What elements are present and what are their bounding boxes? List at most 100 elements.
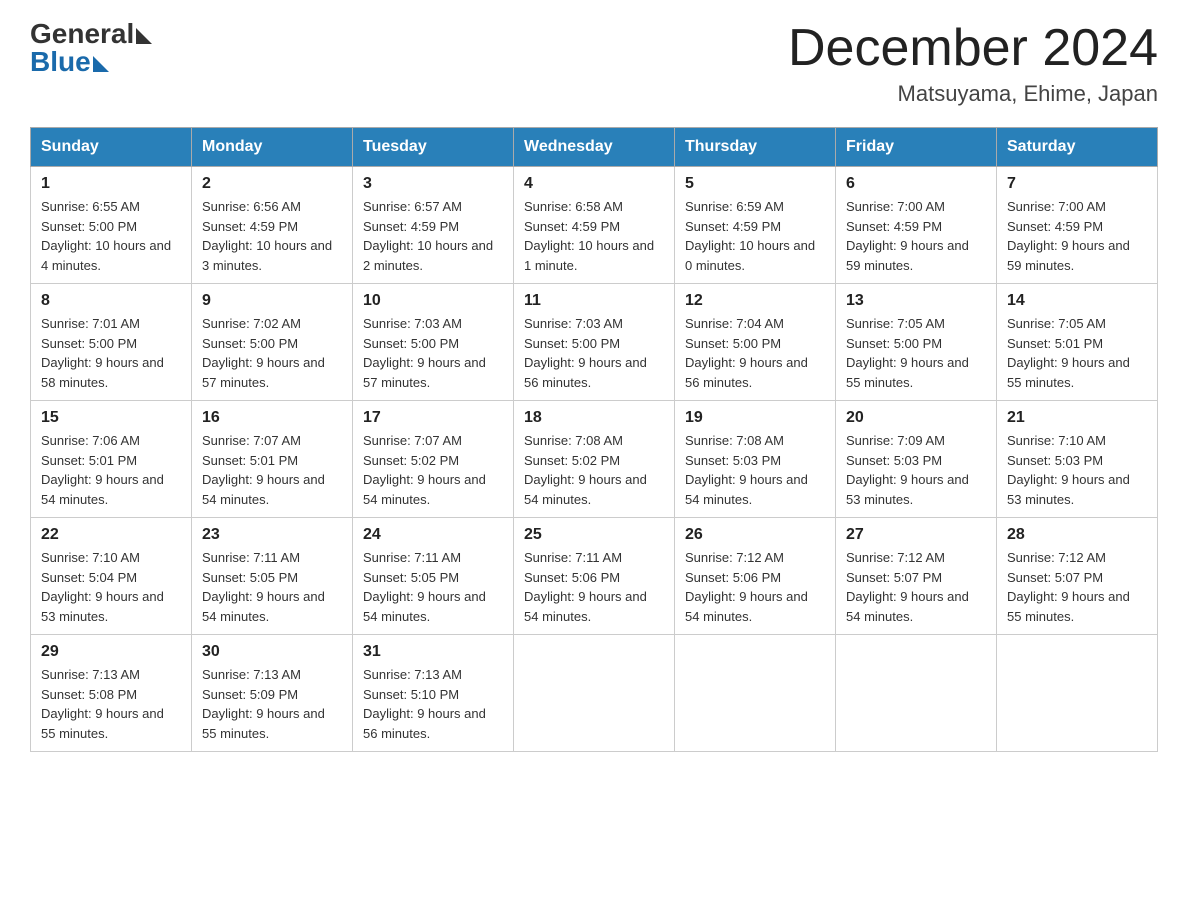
calendar-week-row-5: 29Sunrise: 7:13 AMSunset: 5:08 PMDayligh…	[31, 635, 1158, 752]
day-number: 11	[524, 292, 664, 310]
calendar-cell: 18Sunrise: 7:08 AMSunset: 5:02 PMDayligh…	[514, 401, 675, 518]
calendar-cell: 5Sunrise: 6:59 AMSunset: 4:59 PMDaylight…	[675, 167, 836, 284]
day-number: 22	[41, 526, 181, 544]
day-number: 6	[846, 175, 986, 193]
day-number: 12	[685, 292, 825, 310]
calendar-header-tuesday: Tuesday	[353, 128, 514, 167]
calendar-week-row-4: 22 Sunrise: 7:10 AMSunset: 5:04 PMDayligh…	[31, 518, 1158, 635]
day-number: 21	[1007, 409, 1147, 427]
calendar-cell: 31 Sunrise: 7:13 AMSunset: 5:10 PMDayligh…	[353, 635, 514, 752]
calendar-cell: 25 Sunrise: 7:11 AMSunset: 5:06 PMDayligh…	[514, 518, 675, 635]
logo-triangle-blue	[93, 56, 109, 72]
calendar-table: SundayMondayTuesdayWednesdayThursdayFrid…	[30, 127, 1158, 752]
day-info: Sunrise: 7:13 AMSunset: 5:09 PMDaylight:…	[202, 665, 342, 743]
day-info: Sunrise: 7:03 AMSunset: 5:00 PMDaylight:…	[363, 314, 503, 392]
calendar-cell	[836, 635, 997, 752]
logo-blue-section: Blue	[30, 48, 109, 76]
day-number: 24	[363, 526, 503, 544]
calendar-cell: 13Sunrise: 7:05 AMSunset: 5:00 PMDayligh…	[836, 284, 997, 401]
day-info: Sunrise: 7:02 AMSunset: 5:00 PMDaylight:…	[202, 314, 342, 392]
calendar-week-row-2: 8Sunrise: 7:01 AMSunset: 5:00 PMDaylight…	[31, 284, 1158, 401]
calendar-cell: 2 Sunrise: 6:56 AMSunset: 4:59 PMDaylight…	[192, 167, 353, 284]
calendar-cell: 26 Sunrise: 7:12 AMSunset: 5:06 PMDayligh…	[675, 518, 836, 635]
day-info: Sunrise: 6:56 AMSunset: 4:59 PMDaylight:…	[202, 197, 342, 275]
day-info: Sunrise: 6:58 AMSunset: 4:59 PMDaylight:…	[524, 197, 664, 275]
day-number: 25	[524, 526, 664, 544]
day-info: Sunrise: 6:55 AMSunset: 5:00 PMDaylight:…	[41, 197, 181, 275]
day-info: Sunrise: 7:11 AMSunset: 5:05 PMDaylight:…	[202, 548, 342, 626]
day-number: 14	[1007, 292, 1147, 310]
day-number: 26	[685, 526, 825, 544]
day-info: Sunrise: 6:57 AMSunset: 4:59 PMDaylight:…	[363, 197, 503, 275]
day-number: 20	[846, 409, 986, 427]
day-number: 8	[41, 292, 181, 310]
day-number: 31	[363, 643, 503, 661]
calendar-cell: 22 Sunrise: 7:10 AMSunset: 5:04 PMDayligh…	[31, 518, 192, 635]
page-header: General Blue December 2024 Matsuyama, Eh…	[30, 20, 1158, 107]
calendar-cell: 1 Sunrise: 6:55 AMSunset: 5:00 PMDaylight…	[31, 167, 192, 284]
calendar-cell: 15 Sunrise: 7:06 AMSunset: 5:01 PMDayligh…	[31, 401, 192, 518]
day-info: Sunrise: 7:12 AMSunset: 5:06 PMDaylight:…	[685, 548, 825, 626]
calendar-cell: 7Sunrise: 7:00 AMSunset: 4:59 PMDaylight…	[997, 167, 1158, 284]
day-number: 3	[363, 175, 503, 193]
day-info: Sunrise: 7:06 AMSunset: 5:01 PMDaylight:…	[41, 431, 181, 509]
day-info: Sunrise: 7:12 AMSunset: 5:07 PMDaylight:…	[1007, 548, 1147, 626]
calendar-cell: 28Sunrise: 7:12 AMSunset: 5:07 PMDayligh…	[997, 518, 1158, 635]
day-info: Sunrise: 6:59 AMSunset: 4:59 PMDaylight:…	[685, 197, 825, 275]
day-info: Sunrise: 7:09 AMSunset: 5:03 PMDaylight:…	[846, 431, 986, 509]
calendar-week-row-1: 1 Sunrise: 6:55 AMSunset: 5:00 PMDaylight…	[31, 167, 1158, 284]
day-number: 1	[41, 175, 181, 193]
month-title: December 2024	[788, 20, 1158, 77]
logo: General Blue	[30, 20, 152, 76]
calendar-week-row-3: 15 Sunrise: 7:06 AMSunset: 5:01 PMDayligh…	[31, 401, 1158, 518]
day-info: Sunrise: 7:13 AMSunset: 5:10 PMDaylight:…	[363, 665, 503, 743]
calendar-cell: 23Sunrise: 7:11 AMSunset: 5:05 PMDayligh…	[192, 518, 353, 635]
day-info: Sunrise: 7:08 AMSunset: 5:03 PMDaylight:…	[685, 431, 825, 509]
calendar-cell	[514, 635, 675, 752]
calendar-cell: 11 Sunrise: 7:03 AMSunset: 5:00 PMDayligh…	[514, 284, 675, 401]
day-info: Sunrise: 7:07 AMSunset: 5:02 PMDaylight:…	[363, 431, 503, 509]
day-info: Sunrise: 7:12 AMSunset: 5:07 PMDaylight:…	[846, 548, 986, 626]
calendar-cell: 16 Sunrise: 7:07 AMSunset: 5:01 PMDayligh…	[192, 401, 353, 518]
calendar-cell	[997, 635, 1158, 752]
day-info: Sunrise: 7:11 AMSunset: 5:05 PMDaylight:…	[363, 548, 503, 626]
calendar-cell: 30Sunrise: 7:13 AMSunset: 5:09 PMDayligh…	[192, 635, 353, 752]
calendar-cell: 6 Sunrise: 7:00 AMSunset: 4:59 PMDaylight…	[836, 167, 997, 284]
day-info: Sunrise: 7:04 AMSunset: 5:00 PMDaylight:…	[685, 314, 825, 392]
calendar-cell: 14 Sunrise: 7:05 AMSunset: 5:01 PMDayligh…	[997, 284, 1158, 401]
calendar-cell: 17 Sunrise: 7:07 AMSunset: 5:02 PMDayligh…	[353, 401, 514, 518]
day-number: 4	[524, 175, 664, 193]
day-number: 2	[202, 175, 342, 193]
calendar-header-friday: Friday	[836, 128, 997, 167]
calendar-cell: 29Sunrise: 7:13 AMSunset: 5:08 PMDayligh…	[31, 635, 192, 752]
calendar-cell: 24 Sunrise: 7:11 AMSunset: 5:05 PMDayligh…	[353, 518, 514, 635]
calendar-cell: 10 Sunrise: 7:03 AMSunset: 5:00 PMDayligh…	[353, 284, 514, 401]
day-info: Sunrise: 7:10 AMSunset: 5:04 PMDaylight:…	[41, 548, 181, 626]
day-info: Sunrise: 7:05 AMSunset: 5:01 PMDaylight:…	[1007, 314, 1147, 392]
calendar-cell: 20 Sunrise: 7:09 AMSunset: 5:03 PMDayligh…	[836, 401, 997, 518]
calendar-header-thursday: Thursday	[675, 128, 836, 167]
day-info: Sunrise: 7:03 AMSunset: 5:00 PMDaylight:…	[524, 314, 664, 392]
calendar-header-wednesday: Wednesday	[514, 128, 675, 167]
day-number: 16	[202, 409, 342, 427]
location-label: Matsuyama, Ehime, Japan	[788, 81, 1158, 107]
calendar-header-monday: Monday	[192, 128, 353, 167]
logo-blue-text: Blue	[30, 48, 91, 76]
day-info: Sunrise: 7:00 AMSunset: 4:59 PMDaylight:…	[846, 197, 986, 275]
calendar-header-saturday: Saturday	[997, 128, 1158, 167]
day-number: 29	[41, 643, 181, 661]
calendar-cell: 3 Sunrise: 6:57 AMSunset: 4:59 PMDaylight…	[353, 167, 514, 284]
logo-general-text: General	[30, 20, 134, 48]
calendar-cell: 12 Sunrise: 7:04 AMSunset: 5:00 PMDayligh…	[675, 284, 836, 401]
calendar-cell: 8Sunrise: 7:01 AMSunset: 5:00 PMDaylight…	[31, 284, 192, 401]
calendar-header-sunday: Sunday	[31, 128, 192, 167]
day-number: 10	[363, 292, 503, 310]
day-number: 19	[685, 409, 825, 427]
day-info: Sunrise: 7:07 AMSunset: 5:01 PMDaylight:…	[202, 431, 342, 509]
calendar-cell: 19 Sunrise: 7:08 AMSunset: 5:03 PMDayligh…	[675, 401, 836, 518]
day-info: Sunrise: 7:11 AMSunset: 5:06 PMDaylight:…	[524, 548, 664, 626]
day-number: 15	[41, 409, 181, 427]
day-info: Sunrise: 7:00 AMSunset: 4:59 PMDaylight:…	[1007, 197, 1147, 275]
day-number: 17	[363, 409, 503, 427]
day-number: 27	[846, 526, 986, 544]
